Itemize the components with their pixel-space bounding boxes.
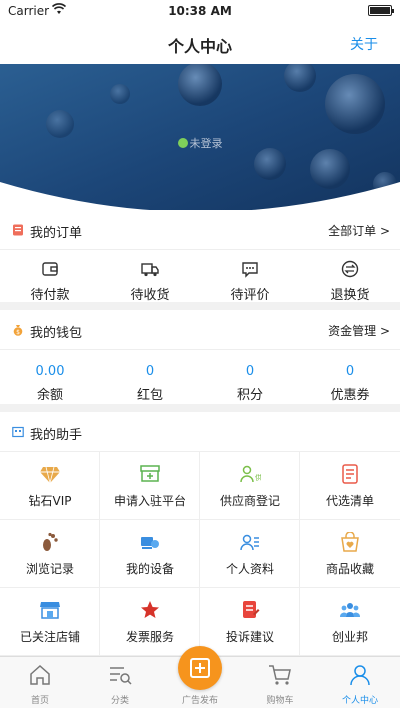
user-icon [177,138,188,148]
apply-platform-label: 申请入驻平台 [113,494,186,508]
login-status-label: 未登录 [189,137,223,150]
team-icon [339,603,361,617]
complaints-suggestions[interactable]: 投诉建议 [200,588,300,656]
fund-management-link[interactable]: 资金管理 > [328,322,390,339]
publish-button[interactable] [178,646,222,690]
truck-icon [141,263,159,277]
status-bar: Carrier 10:38 AM [0,0,400,22]
orders-icon [13,224,23,236]
tab-profile-label: 个人中心 [341,696,378,706]
selection-list[interactable]: 代选清单 [300,452,400,520]
personal-info-label: 个人资料 [225,562,274,576]
wallet-points-label: 积分 [236,388,263,403]
tab-profile[interactable]: 个人中心 [320,657,400,708]
tab-category[interactable]: 分类 [80,657,160,708]
orders-header: 我的订单 全部订单 > [0,210,400,250]
orders-section: 我的订单 全部订单 > 待付款 待收货 待评价 退换货 [0,210,400,312]
complaint-icon [243,601,260,618]
wallet-balance[interactable]: 0.00 余额 [0,350,100,412]
wallet-balance-value: 0.00 [35,364,65,379]
apply-platform[interactable]: 申请入驻平台 [100,452,200,520]
wallet-title: 我的钱包 [30,326,83,341]
assistant-title: 我的助手 [30,428,83,443]
my-devices-label: 我的设备 [125,562,174,576]
startup-alliance-label: 创业邦 [331,630,368,644]
wallet-red-packet-value: 0 [145,364,155,379]
wallet-header: $ 我的钱包 资金管理 > [0,310,400,350]
order-pending-receipt-label: 待收货 [130,288,170,303]
product-favorites-label: 商品收藏 [325,562,374,576]
tab-category-label: 分类 [110,696,129,706]
comment-icon [242,262,258,278]
wallet-coupons[interactable]: 0 优惠券 [300,350,400,412]
wallet-red-packet[interactable]: 0 红包 [100,350,200,412]
my-devices[interactable]: 我的设备 [100,520,200,588]
about-button[interactable]: 关于 [350,34,378,54]
invoice-star-icon [141,601,159,618]
order-pending-payment-label: 待付款 [30,288,70,303]
login-status[interactable]: 未登录 [0,135,400,151]
cart-icon [269,665,291,685]
footprint-icon [43,532,58,551]
nav-bar: 个人中心 关于 [0,22,400,64]
battery-icon [368,5,394,16]
tab-home[interactable]: 首页 [0,657,80,708]
supplier-register-label: 供应商登记 [219,494,280,508]
personal-info[interactable]: 个人资料 [200,520,300,588]
tab-home-label: 首页 [30,696,49,706]
store-add-icon [140,465,160,482]
svg-text:$: $ [16,329,20,336]
shop-icon [40,602,60,619]
browse-history-label: 浏览记录 [25,562,74,576]
money-bag-icon: $ [13,325,23,336]
followed-shops[interactable]: 已关注店铺 [0,588,100,656]
diamond-vip-label: 钻石VIP [28,494,72,508]
home-icon [30,664,50,685]
user-icon [350,665,370,686]
favorite-bag-icon [341,532,359,552]
tab-cart-label: 购物车 [266,696,294,706]
list-icon [342,464,358,484]
browse-history[interactable]: 浏览记录 [0,520,100,588]
complaints-suggestions-label: 投诉建议 [225,630,274,644]
wallet-icon [42,262,58,276]
clock: 10:38 AM [168,4,232,18]
wallet-coupons-label: 优惠券 [330,388,370,403]
selection-list-label: 代选清单 [325,494,374,508]
profile-card-icon [240,534,259,551]
invoice-service-label: 发票服务 [125,630,174,644]
page-title: 个人中心 [167,37,232,56]
profile-banner: 未登录 [0,64,400,224]
order-pending-review-label: 待评价 [230,288,270,303]
diamond-icon [40,466,60,484]
diamond-vip[interactable]: 钻石VIP [0,452,100,520]
orders-title: 我的订单 [30,226,83,241]
exchange-icon [341,260,359,278]
wallet-points-value: 0 [245,364,255,379]
assistant-icon [12,426,24,438]
divider [0,404,400,412]
all-orders-link[interactable]: 全部订单 > [328,222,390,239]
wallet-points[interactable]: 0 积分 [200,350,300,412]
svg-text:供: 供 [255,473,261,482]
tab-cart[interactable]: 购物车 [240,657,320,708]
startup-alliance[interactable]: 创业邦 [300,588,400,656]
supplier-icon: 供 [240,465,261,483]
divider [0,302,400,310]
supplier-register[interactable]: 供 供应商登记 [200,452,300,520]
wallet-red-packet-label: 红包 [136,388,163,403]
category-icon [110,667,132,685]
assistant-section: 我的助手 钻石VIP 申请入驻平台 供 供应商登记 代选清单 浏览记录 我的设备 [0,412,400,656]
wallet-balance-label: 余额 [36,388,63,403]
followed-shops-label: 已关注店铺 [19,630,80,644]
wallet-section: $ 我的钱包 资金管理 > 0.00 余额 0 红包 0 积分 0 优惠券 [0,310,400,412]
tab-publish-label: 广告发布 [181,696,218,706]
assistant-header: 我的助手 [0,412,400,452]
device-icon [141,537,159,549]
publish-icon [190,658,210,678]
order-returns-label: 退换货 [330,288,370,303]
product-favorites[interactable]: 商品收藏 [300,520,400,588]
wallet-coupons-value: 0 [345,364,355,379]
invoice-service[interactable]: 发票服务 [100,588,200,656]
